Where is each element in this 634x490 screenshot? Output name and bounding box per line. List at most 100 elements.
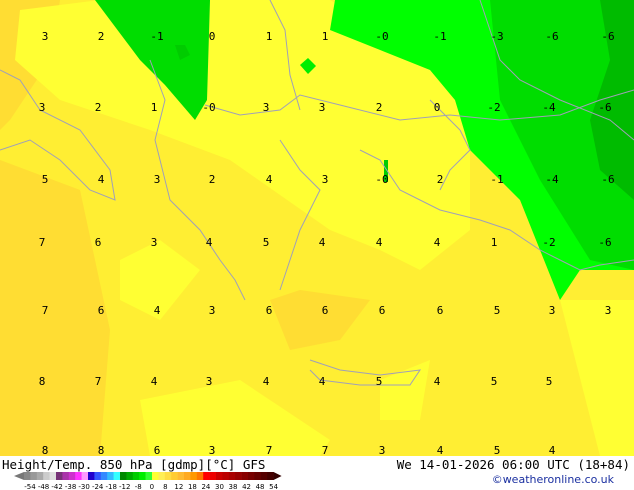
isotherm-label: -4 <box>542 101 556 114</box>
scale-swatch <box>196 472 204 480</box>
isotherm-label: 3 <box>151 236 158 249</box>
scale-swatch <box>241 472 249 480</box>
scale-swatch <box>49 472 57 480</box>
scale-tick-label: -12 <box>119 483 130 490</box>
isotherm-label: 7 <box>42 304 49 317</box>
isotherm-label: 4 <box>437 444 444 456</box>
isotherm-label: 0 <box>209 30 216 43</box>
scale-swatch <box>75 472 82 480</box>
scale-swatch <box>81 472 89 480</box>
isotherm-label: 5 <box>494 304 501 317</box>
scale-swatch <box>152 472 159 480</box>
isotherm-label: 3 <box>263 101 270 114</box>
isotherm-label: 4 <box>434 375 441 388</box>
isotherm-label: 3 <box>319 101 326 114</box>
isotherm-label: 6 <box>379 304 386 317</box>
scale-swatch <box>222 472 230 480</box>
isotherm-label: 7 <box>39 236 46 249</box>
scale-tick-label: -30 <box>78 483 89 490</box>
isotherm-label: -0 <box>375 173 388 186</box>
scale-swatch <box>24 472 31 480</box>
isotherm-label: -4 <box>545 173 559 186</box>
isotherm-label: 5 <box>263 236 270 249</box>
isotherm-label: -3 <box>490 30 503 43</box>
isotherm-label: 4 <box>98 173 105 186</box>
isotherm-label: 2 <box>95 101 102 114</box>
isotherm-label: -6 <box>601 173 614 186</box>
isotherm-label: 5 <box>491 375 498 388</box>
scale-tick-label: -18 <box>105 483 116 490</box>
isotherm-label: 3 <box>39 101 46 114</box>
isotherm-label: 0 <box>434 101 441 114</box>
scale-swatch <box>100 472 108 480</box>
scale-tick-label: 0 <box>150 483 154 490</box>
field-title: Height/Temp. 850 hPa [gdmp][°C] GFS <box>2 457 266 472</box>
isotherm-label: 3 <box>209 444 216 456</box>
scale-swatch <box>30 472 38 480</box>
scale-left-arrow <box>14 472 24 480</box>
isotherm-label: 2 <box>209 173 216 186</box>
scale-tick-label: -48 <box>38 483 49 490</box>
scale-tick-label: -42 <box>51 483 62 490</box>
isotherm-label: 7 <box>95 375 102 388</box>
scale-swatch <box>203 472 210 480</box>
valid-time: We 14-01-2026 06:00 UTC (18+84) <box>396 457 630 472</box>
credit-link[interactable]: ©weatheronline.co.uk <box>492 473 614 486</box>
temperature-map: 3 2 -1 0 1 1 -0 -1 -3 -6 -6 3 2 1 -0 3 3 2 0 -2 -4 -6 5 4 3 2 4 3 -0… <box>0 0 634 456</box>
isotherm-label: 6 <box>154 444 161 456</box>
isotherm-label: 2 <box>376 101 383 114</box>
scale-swatch <box>36 472 44 480</box>
isotherm-label: 1 <box>266 30 273 43</box>
isotherm-label: 4 <box>154 304 161 317</box>
scale-tick-label: 12 <box>174 483 183 490</box>
scale-swatch <box>267 472 274 480</box>
scale-swatch <box>164 472 172 480</box>
isotherm-label: 5 <box>546 375 553 388</box>
isotherm-label: -1 <box>433 30 446 43</box>
isotherm-label: 5 <box>376 375 383 388</box>
model-name: GFS <box>242 457 266 472</box>
scale-swatch <box>132 472 140 480</box>
isotherm-label: 3 <box>209 304 216 317</box>
isotherm-label: 6 <box>437 304 444 317</box>
scale-swatch <box>177 472 185 480</box>
isotherm-label: 1 <box>151 101 158 114</box>
scale-swatch <box>62 472 70 480</box>
scale-tick-label: 38 <box>229 483 238 490</box>
isotherm-label: 5 <box>42 173 49 186</box>
isotherm-label: 2 <box>98 30 105 43</box>
isotherm-label: 3 <box>379 444 386 456</box>
isotherm-label: 4 <box>319 236 326 249</box>
isotherm-label: 6 <box>98 304 105 317</box>
isotherm-label: 4 <box>319 375 326 388</box>
isotherm-label: -0 <box>202 101 215 114</box>
isotherm-label: 4 <box>549 444 556 456</box>
isotherm-label: -1 <box>150 30 163 43</box>
isotherm-label: 3 <box>42 30 49 43</box>
isotherm-label: 6 <box>95 236 102 249</box>
isotherm-label: 4 <box>266 173 273 186</box>
isotherm-label: 1 <box>322 30 329 43</box>
scale-tick-label: 30 <box>215 483 224 490</box>
isotherm-label: 1 <box>491 236 498 249</box>
isotherm-label: -2 <box>487 101 500 114</box>
scale-tick-label: -54 <box>24 483 36 490</box>
scale-swatch <box>139 472 146 480</box>
map-footer: Height/Temp. 850 hPa [gdmp][°C] GFS We 1… <box>0 456 634 490</box>
isotherm-label: 7 <box>266 444 273 456</box>
scale-swatch <box>254 472 262 480</box>
scale-swatch <box>228 472 236 480</box>
isotherm-label: 6 <box>266 304 273 317</box>
scale-right-arrow <box>273 472 282 480</box>
isotherm-label: 3 <box>154 173 161 186</box>
scale-tick-label: -24 <box>92 483 104 490</box>
isotherm-label: 4 <box>434 236 441 249</box>
scale-tick-label: -8 <box>135 483 142 490</box>
isotherm-label: 8 <box>98 444 105 456</box>
isotherm-label: -6 <box>598 236 611 249</box>
scale-swatch <box>209 472 217 480</box>
scale-swatch <box>235 472 242 480</box>
color-scale-legend: -54 -48 -42 -38 -30 -24 -18 -12 -8 0 8 12 18 24 30 38 42… <box>14 472 282 490</box>
scale-swatch <box>68 472 76 480</box>
scale-tick-label: -38 <box>65 483 76 490</box>
